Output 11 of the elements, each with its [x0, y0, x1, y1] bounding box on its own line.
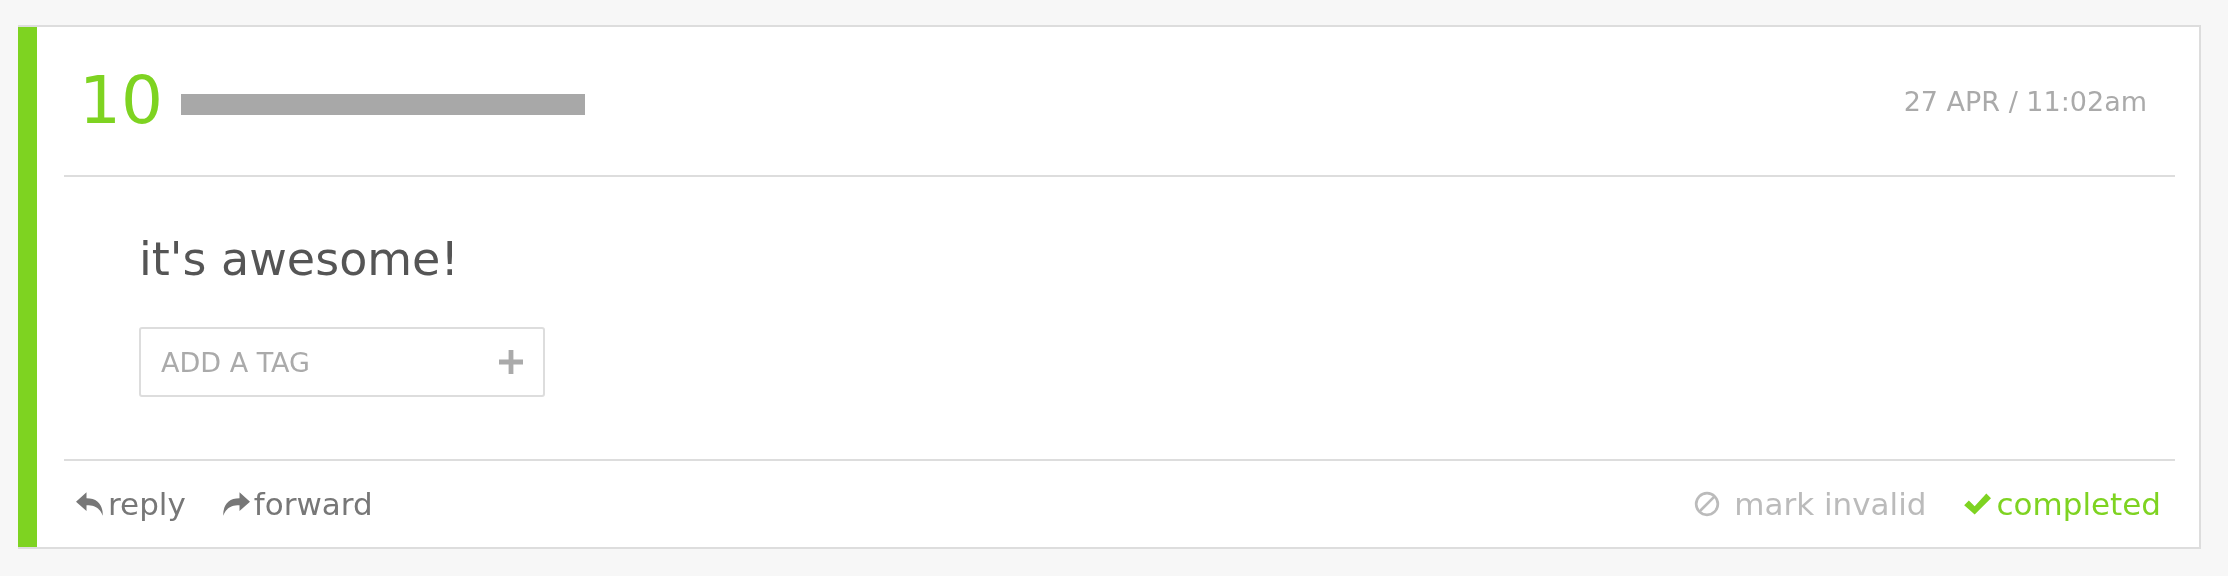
message-text: it's awesome!	[139, 231, 460, 288]
reply-arrow-icon	[76, 491, 104, 517]
reply-link[interactable]: reply	[76, 486, 186, 522]
score: 10	[79, 68, 163, 134]
forward-arrow-icon	[221, 491, 250, 517]
plus-icon[interactable]	[499, 350, 523, 374]
timestamp: 27 APR / 11:02am	[1903, 85, 2148, 117]
check-icon	[1962, 492, 1991, 516]
prohibited-icon	[1694, 491, 1721, 517]
forward-link[interactable]: forward	[221, 486, 373, 522]
tag-field[interactable]: ADD A TAG	[139, 327, 545, 397]
